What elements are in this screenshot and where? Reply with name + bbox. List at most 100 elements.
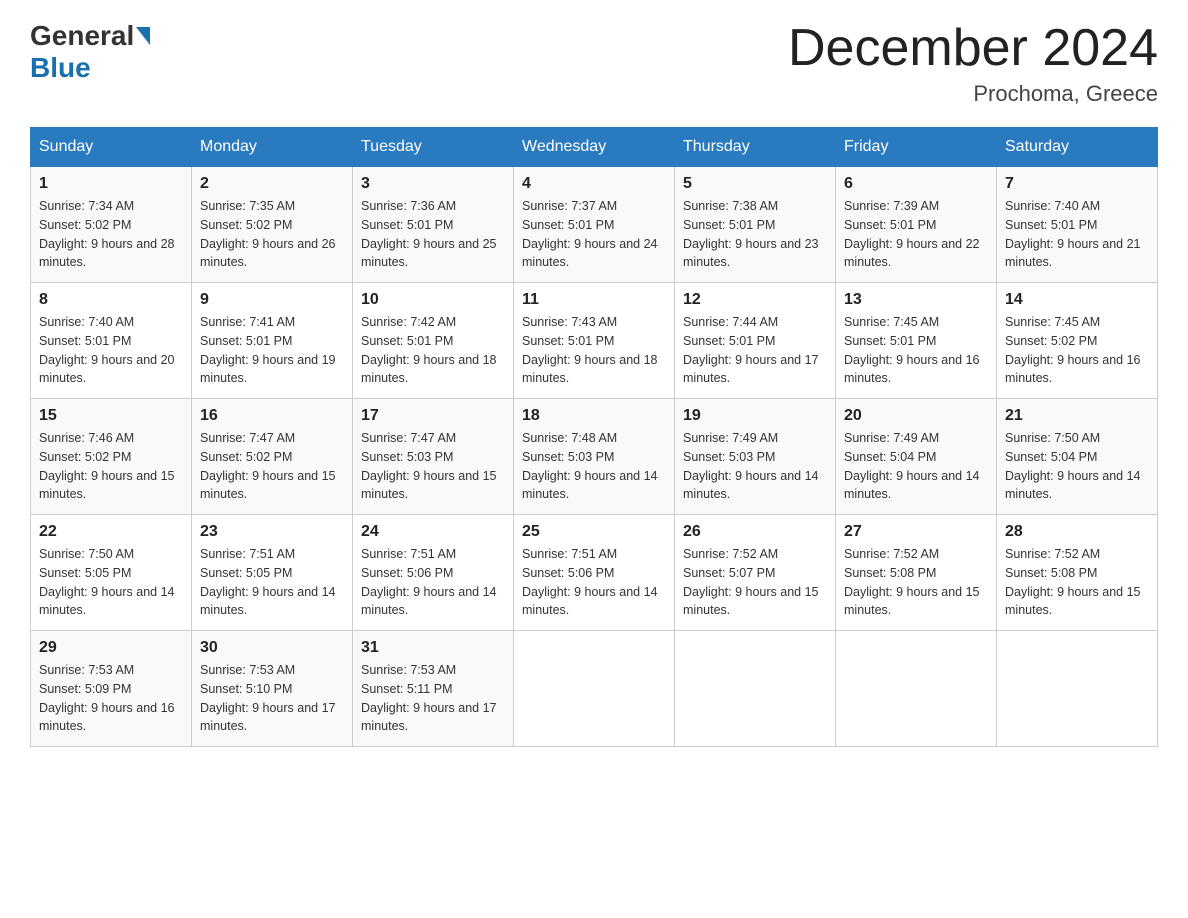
- calendar-cell: 1 Sunrise: 7:34 AMSunset: 5:02 PMDaylight…: [31, 167, 192, 283]
- day-number: 11: [522, 291, 666, 309]
- calendar-cell: 5 Sunrise: 7:38 AMSunset: 5:01 PMDaylight…: [675, 167, 836, 283]
- calendar-cell: 8 Sunrise: 7:40 AMSunset: 5:01 PMDaylight…: [31, 283, 192, 399]
- day-number: 15: [39, 407, 183, 425]
- calendar-cell: 27 Sunrise: 7:52 AMSunset: 5:08 PMDayligh…: [836, 515, 997, 631]
- location: Prochoma, Greece: [788, 81, 1158, 107]
- calendar-cell: 29 Sunrise: 7:53 AMSunset: 5:09 PMDayligh…: [31, 631, 192, 747]
- logo-blue-text: Blue: [30, 52, 91, 84]
- day-number: 7: [1005, 175, 1149, 193]
- day-number: 5: [683, 175, 827, 193]
- calendar-cell: [514, 631, 675, 747]
- logo-arrow-icon: [136, 27, 150, 45]
- day-info: Sunrise: 7:53 AMSunset: 5:10 PMDaylight:…: [200, 661, 344, 736]
- day-info: Sunrise: 7:52 AMSunset: 5:07 PMDaylight:…: [683, 545, 827, 620]
- day-info: Sunrise: 7:40 AMSunset: 5:01 PMDaylight:…: [39, 313, 183, 388]
- day-number: 4: [522, 175, 666, 193]
- day-number: 29: [39, 639, 183, 657]
- day-number: 10: [361, 291, 505, 309]
- calendar-cell: [836, 631, 997, 747]
- calendar-cell: 23 Sunrise: 7:51 AMSunset: 5:05 PMDayligh…: [192, 515, 353, 631]
- day-number: 31: [361, 639, 505, 657]
- weekday-header-friday: Friday: [836, 128, 997, 167]
- day-number: 1: [39, 175, 183, 193]
- calendar-cell: 12 Sunrise: 7:44 AMSunset: 5:01 PMDayligh…: [675, 283, 836, 399]
- logo: General Blue: [30, 20, 150, 84]
- calendar-table: SundayMondayTuesdayWednesdayThursdayFrid…: [30, 127, 1158, 747]
- day-info: Sunrise: 7:38 AMSunset: 5:01 PMDaylight:…: [683, 197, 827, 272]
- calendar-cell: 20Sunrise: 7:49 AMSunset: 5:04 PMDayligh…: [836, 399, 997, 515]
- day-number: 20: [844, 407, 988, 425]
- day-info: Sunrise: 7:46 AMSunset: 5:02 PMDaylight:…: [39, 429, 183, 504]
- day-number: 3: [361, 175, 505, 193]
- calendar-cell: 26 Sunrise: 7:52 AMSunset: 5:07 PMDayligh…: [675, 515, 836, 631]
- calendar-cell: [675, 631, 836, 747]
- calendar-cell: 16 Sunrise: 7:47 AMSunset: 5:02 PMDayligh…: [192, 399, 353, 515]
- day-info: Sunrise: 7:40 AMSunset: 5:01 PMDaylight:…: [1005, 197, 1149, 272]
- calendar-cell: 19Sunrise: 7:49 AMSunset: 5:03 PMDayligh…: [675, 399, 836, 515]
- day-info: Sunrise: 7:36 AMSunset: 5:01 PMDaylight:…: [361, 197, 505, 272]
- weekday-header-saturday: Saturday: [997, 128, 1158, 167]
- day-info: Sunrise: 7:50 AMSunset: 5:04 PMDaylight:…: [1005, 429, 1149, 504]
- day-number: 16: [200, 407, 344, 425]
- calendar-week-row: 22 Sunrise: 7:50 AMSunset: 5:05 PMDayligh…: [31, 515, 1158, 631]
- day-info: Sunrise: 7:50 AMSunset: 5:05 PMDaylight:…: [39, 545, 183, 620]
- day-info: Sunrise: 7:34 AMSunset: 5:02 PMDaylight:…: [39, 197, 183, 272]
- day-number: 27: [844, 523, 988, 541]
- calendar-cell: 7 Sunrise: 7:40 AMSunset: 5:01 PMDaylight…: [997, 167, 1158, 283]
- day-info: Sunrise: 7:39 AMSunset: 5:01 PMDaylight:…: [844, 197, 988, 272]
- day-info: Sunrise: 7:51 AMSunset: 5:06 PMDaylight:…: [522, 545, 666, 620]
- calendar-cell: 9 Sunrise: 7:41 AMSunset: 5:01 PMDaylight…: [192, 283, 353, 399]
- day-number: 26: [683, 523, 827, 541]
- calendar-cell: 2 Sunrise: 7:35 AMSunset: 5:02 PMDaylight…: [192, 167, 353, 283]
- day-info: Sunrise: 7:53 AMSunset: 5:09 PMDaylight:…: [39, 661, 183, 736]
- day-info: Sunrise: 7:52 AMSunset: 5:08 PMDaylight:…: [844, 545, 988, 620]
- logo-general-text: General: [30, 20, 134, 52]
- calendar-cell: 13Sunrise: 7:45 AMSunset: 5:01 PMDayligh…: [836, 283, 997, 399]
- day-number: 24: [361, 523, 505, 541]
- day-info: Sunrise: 7:53 AMSunset: 5:11 PMDaylight:…: [361, 661, 505, 736]
- day-number: 12: [683, 291, 827, 309]
- day-number: 19: [683, 407, 827, 425]
- day-number: 28: [1005, 523, 1149, 541]
- day-info: Sunrise: 7:43 AMSunset: 5:01 PMDaylight:…: [522, 313, 666, 388]
- calendar-cell: 11 Sunrise: 7:43 AMSunset: 5:01 PMDayligh…: [514, 283, 675, 399]
- day-number: 23: [200, 523, 344, 541]
- weekday-header-tuesday: Tuesday: [353, 128, 514, 167]
- calendar-cell: 24 Sunrise: 7:51 AMSunset: 5:06 PMDayligh…: [353, 515, 514, 631]
- day-number: 8: [39, 291, 183, 309]
- day-number: 17: [361, 407, 505, 425]
- day-number: 2: [200, 175, 344, 193]
- day-info: Sunrise: 7:35 AMSunset: 5:02 PMDaylight:…: [200, 197, 344, 272]
- day-info: Sunrise: 7:45 AMSunset: 5:02 PMDaylight:…: [1005, 313, 1149, 388]
- day-info: Sunrise: 7:47 AMSunset: 5:03 PMDaylight:…: [361, 429, 505, 504]
- calendar-cell: 31 Sunrise: 7:53 AMSunset: 5:11 PMDayligh…: [353, 631, 514, 747]
- calendar-cell: 28Sunrise: 7:52 AMSunset: 5:08 PMDayligh…: [997, 515, 1158, 631]
- day-info: Sunrise: 7:47 AMSunset: 5:02 PMDaylight:…: [200, 429, 344, 504]
- day-number: 30: [200, 639, 344, 657]
- day-info: Sunrise: 7:44 AMSunset: 5:01 PMDaylight:…: [683, 313, 827, 388]
- weekday-header-thursday: Thursday: [675, 128, 836, 167]
- weekday-header-sunday: Sunday: [31, 128, 192, 167]
- calendar-cell: 6 Sunrise: 7:39 AMSunset: 5:01 PMDaylight…: [836, 167, 997, 283]
- day-number: 9: [200, 291, 344, 309]
- day-info: Sunrise: 7:41 AMSunset: 5:01 PMDaylight:…: [200, 313, 344, 388]
- day-number: 25: [522, 523, 666, 541]
- calendar-cell: 30 Sunrise: 7:53 AMSunset: 5:10 PMDayligh…: [192, 631, 353, 747]
- calendar-header: SundayMondayTuesdayWednesdayThursdayFrid…: [31, 128, 1158, 167]
- day-number: 13: [844, 291, 988, 309]
- weekday-header-row: SundayMondayTuesdayWednesdayThursdayFrid…: [31, 128, 1158, 167]
- header: General Blue December 2024 Prochoma, Gre…: [30, 20, 1158, 107]
- day-number: 14: [1005, 291, 1149, 309]
- calendar-cell: 25 Sunrise: 7:51 AMSunset: 5:06 PMDayligh…: [514, 515, 675, 631]
- day-number: 6: [844, 175, 988, 193]
- calendar-cell: 4Sunrise: 7:37 AMSunset: 5:01 PMDaylight…: [514, 167, 675, 283]
- day-number: 22: [39, 523, 183, 541]
- day-info: Sunrise: 7:51 AMSunset: 5:06 PMDaylight:…: [361, 545, 505, 620]
- calendar-week-row: 1 Sunrise: 7:34 AMSunset: 5:02 PMDaylight…: [31, 167, 1158, 283]
- day-info: Sunrise: 7:51 AMSunset: 5:05 PMDaylight:…: [200, 545, 344, 620]
- weekday-header-wednesday: Wednesday: [514, 128, 675, 167]
- calendar-cell: 3 Sunrise: 7:36 AMSunset: 5:01 PMDaylight…: [353, 167, 514, 283]
- day-number: 21: [1005, 407, 1149, 425]
- day-info: Sunrise: 7:42 AMSunset: 5:01 PMDaylight:…: [361, 313, 505, 388]
- calendar-cell: 22 Sunrise: 7:50 AMSunset: 5:05 PMDayligh…: [31, 515, 192, 631]
